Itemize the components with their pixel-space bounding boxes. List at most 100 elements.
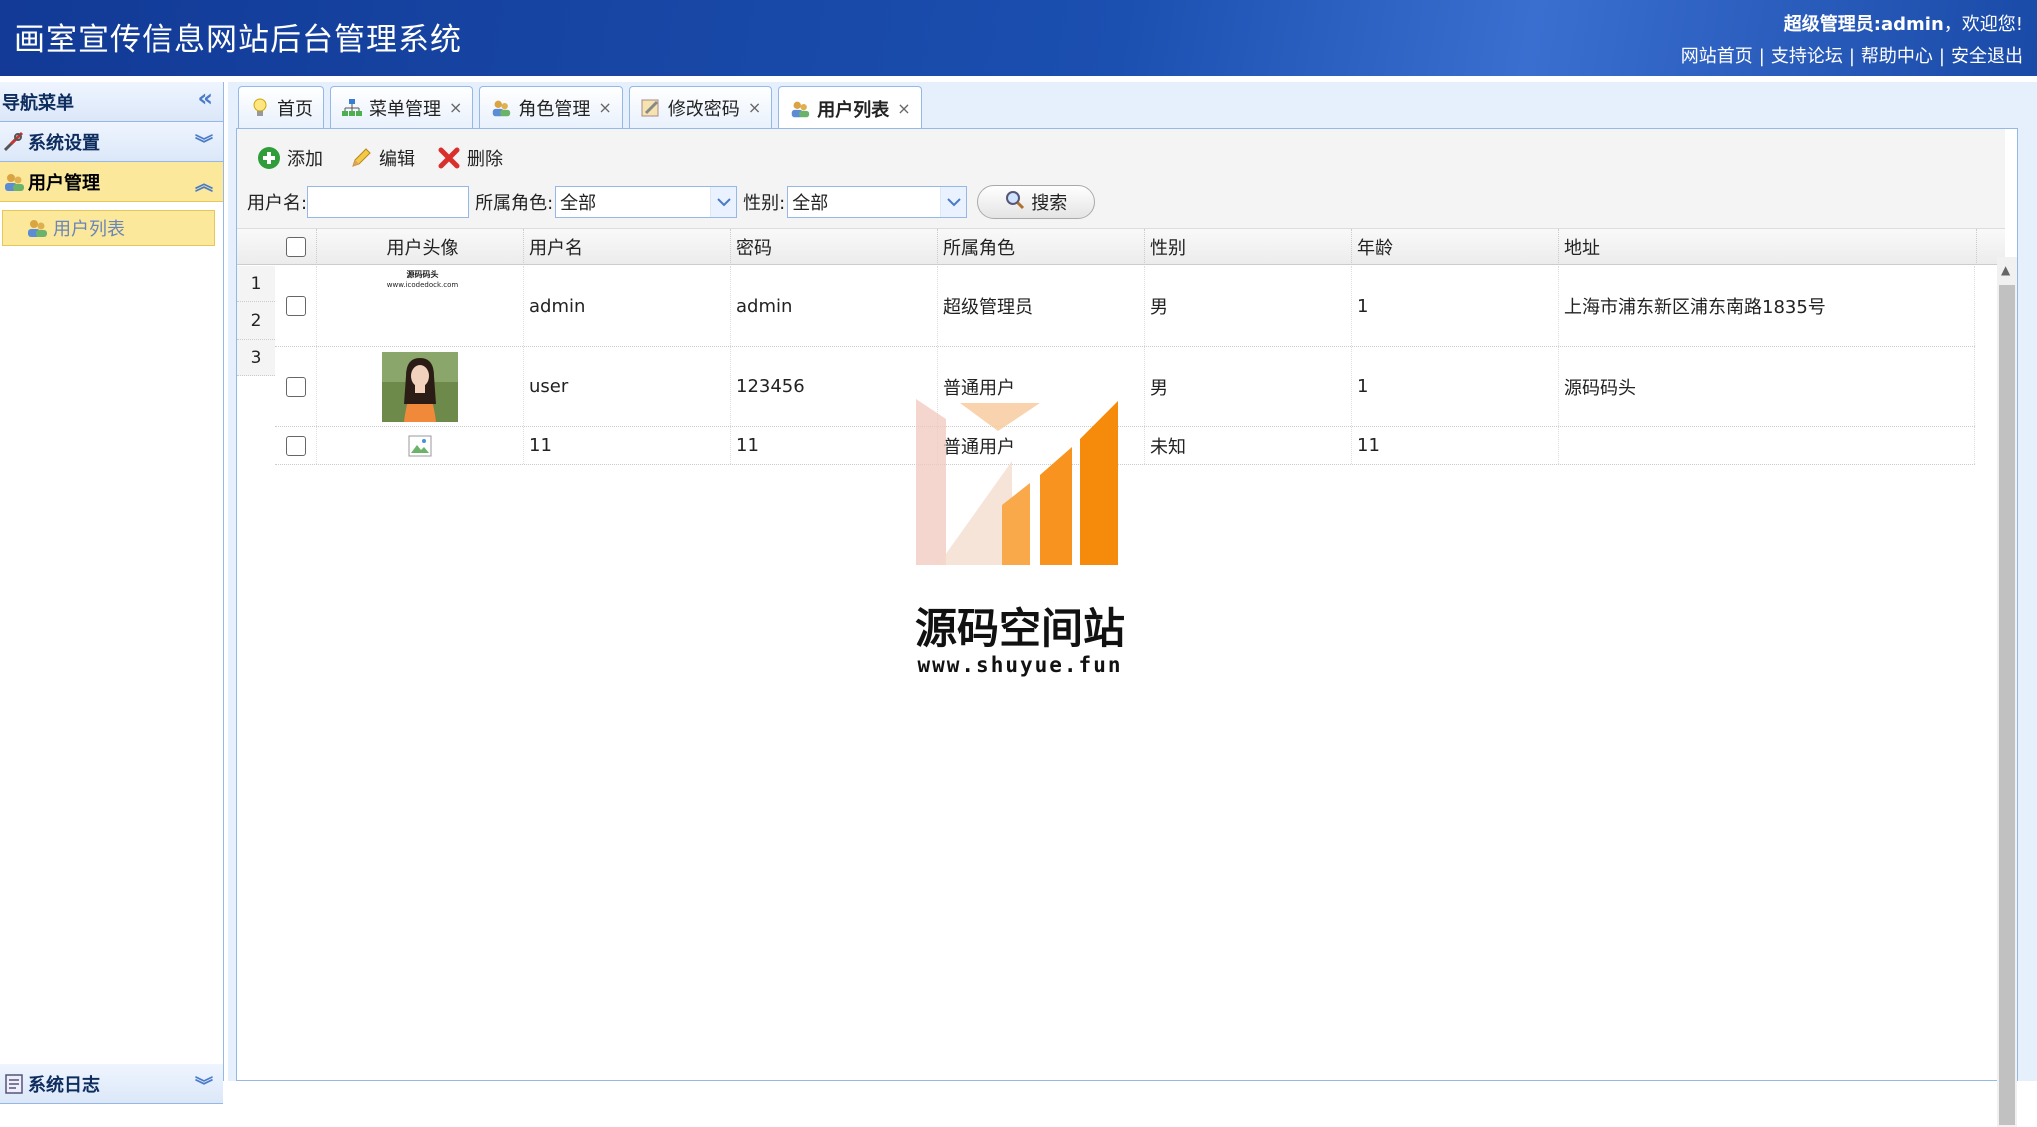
sitemap-icon [341, 97, 363, 119]
collapse-sidebar-icon[interactable]: « [197, 84, 213, 112]
nav-menu-header: 导航菜单 « [0, 82, 223, 122]
sidebar-group-system-log[interactable]: 系统日志 ︾ [0, 1064, 223, 1104]
toolbar: 添加 编辑 删除 用户名: 所属角色: 全部 性别: 全部 搜索 [237, 129, 2005, 229]
users-icon [25, 216, 49, 240]
sidebar-item-label: 用户列表 [53, 219, 125, 240]
chevron-down-icon[interactable] [940, 187, 967, 217]
gender-filter-value: 全部 [792, 193, 829, 214]
tab-close-icon[interactable]: × [449, 98, 462, 117]
address-cell: 源码码头 [1559, 347, 1975, 426]
sidebar-item-user-list[interactable]: 用户列表 [2, 210, 215, 246]
users-icon [2, 170, 26, 194]
column-header-role[interactable]: 所属角色 [938, 229, 1145, 265]
role-cell: 普通用户 [938, 427, 1145, 464]
sidebar-group-user-management[interactable]: 用户管理 ︽ [0, 162, 223, 202]
broken-image-icon [408, 435, 432, 456]
password-cell: 123456 [731, 347, 938, 426]
sidebar-group-label: 用户管理 [28, 172, 100, 194]
age-cell: 1 [1352, 266, 1559, 346]
app-header: 画室宣传信息网站后台管理系统 超级管理员:admin，欢迎您! 网站首页 | 支持论… [0, 0, 2037, 76]
row-number: 2 [237, 302, 275, 340]
address-cell: 上海市浦东新区浦东南路1835号 [1559, 266, 1975, 346]
username-cell: 11 [524, 427, 731, 464]
tab-close-icon[interactable]: × [897, 99, 910, 118]
role-cell: 超级管理员 [938, 266, 1145, 346]
main-area: 首页 菜单管理 × 角色管理 × 修改密码 × 用户列表 × 添加 编辑 删除 … [228, 82, 2037, 1127]
link-forum[interactable]: 支持论坛 [1771, 46, 1843, 67]
row-checkbox[interactable] [285, 376, 306, 397]
users-icon [789, 98, 811, 120]
delete-x-icon [437, 146, 461, 170]
expand-chevron-icon[interactable]: ︾ [195, 1072, 213, 1098]
user-list-panel: 添加 编辑 删除 用户名: 所属角色: 全部 性别: 全部 搜索 用户头像 用户… [236, 128, 2018, 1127]
avatar-caption-url: www.icodedock.com [386, 281, 459, 289]
tab-menu-management[interactable]: 菜单管理 × [330, 86, 474, 128]
link-site-home[interactable]: 网站首页 [1681, 46, 1753, 67]
tab-role-management[interactable]: 角色管理 × [479, 86, 623, 128]
scrollbar-thumb[interactable] [1999, 285, 2015, 1125]
log-icon [2, 1072, 26, 1096]
search-bar: 用户名: 所属角色: 全部 性别: 全部 搜索 [247, 185, 1096, 219]
tab-label: 角色管理 [518, 98, 591, 120]
role-cell: 普通用户 [938, 347, 1145, 426]
row-checkbox[interactable] [285, 296, 306, 316]
column-header-avatar[interactable]: 用户头像 [317, 229, 524, 265]
welcome-user: 超级管理员:admin [1783, 14, 1944, 35]
row-number: 1 [237, 266, 275, 302]
link-logout[interactable]: 安全退出 [1951, 46, 2023, 67]
row-checkbox[interactable] [285, 435, 306, 456]
sidebar-group-label: 系统日志 [28, 1074, 100, 1096]
password-icon [640, 97, 662, 119]
edit-button[interactable]: 编辑 [349, 143, 415, 173]
collapse-chevron-icon[interactable]: ︽ [195, 170, 213, 196]
column-header-gender[interactable]: 性别 [1145, 229, 1352, 265]
column-header-address[interactable]: 地址 [1559, 229, 1977, 265]
delete-button[interactable]: 删除 [437, 143, 503, 173]
column-header-age[interactable]: 年龄 [1352, 229, 1559, 265]
column-header-password[interactable]: 密码 [731, 229, 938, 265]
gender-cell: 男 [1145, 347, 1352, 426]
chevron-down-icon[interactable] [710, 187, 737, 217]
tools-icon [2, 130, 26, 154]
expand-chevron-icon[interactable]: ︾ [195, 130, 213, 156]
username-filter-input[interactable] [307, 186, 470, 218]
search-button[interactable]: 搜索 [977, 185, 1096, 219]
username-cell: admin [524, 266, 731, 346]
address-cell [1559, 427, 1975, 464]
nav-menu-title: 导航菜单 [2, 92, 74, 114]
tab-close-icon[interactable]: × [598, 98, 611, 117]
table-row[interactable]: 源码码头 www.icodedock.com admin admin 超级管理员… [275, 266, 1975, 347]
scroll-up-arrow-icon[interactable]: ▲ [2001, 263, 2010, 277]
select-all-checkbox[interactable] [285, 237, 306, 257]
username-cell: user [524, 347, 731, 426]
age-cell: 11 [1352, 427, 1559, 464]
password-cell: admin [731, 266, 938, 346]
column-header-username[interactable]: 用户名 [524, 229, 731, 265]
sidebar-group-label: 系统设置 [28, 132, 100, 154]
row-select-cell [275, 347, 317, 426]
gender-cell: 未知 [1145, 427, 1352, 464]
gender-filter-select[interactable]: 全部 [787, 186, 968, 218]
gender-filter-label: 性别: [743, 193, 786, 214]
link-help[interactable]: 帮助中心 [1861, 46, 1933, 67]
avatar-caption-name: 源码码头 [406, 270, 439, 279]
vertical-scrollbar[interactable]: ▲ [1997, 257, 2017, 1127]
tab-user-list[interactable]: 用户列表 × [778, 86, 922, 130]
tab-home[interactable]: 首页 [238, 86, 324, 128]
table-row[interactable]: user 123456 普通用户 男 1 源码码头 [275, 347, 1975, 427]
sidebar: 导航菜单 « 系统设置 ︾ 用户管理 ︽ 用户列表 系统日志 ︾ [0, 82, 224, 1104]
avatar-cell [317, 427, 524, 464]
welcome-suffix: ，欢迎您! [1943, 14, 2023, 35]
add-button[interactable]: 添加 [257, 143, 323, 173]
sidebar-group-system-settings[interactable]: 系统设置 ︾ [0, 122, 223, 162]
role-filter-select[interactable]: 全部 [555, 186, 738, 218]
tab-change-password[interactable]: 修改密码 × [628, 86, 773, 128]
search-button-label: 搜索 [1031, 193, 1068, 214]
gender-cell: 男 [1145, 266, 1352, 346]
tab-label: 用户列表 [817, 99, 890, 121]
plus-icon [257, 146, 281, 170]
table-row[interactable]: 11 11 普通用户 未知 11 [275, 427, 1975, 465]
row-number: 3 [237, 340, 275, 376]
tab-close-icon[interactable]: × [748, 98, 761, 117]
age-cell: 1 [1352, 347, 1559, 426]
